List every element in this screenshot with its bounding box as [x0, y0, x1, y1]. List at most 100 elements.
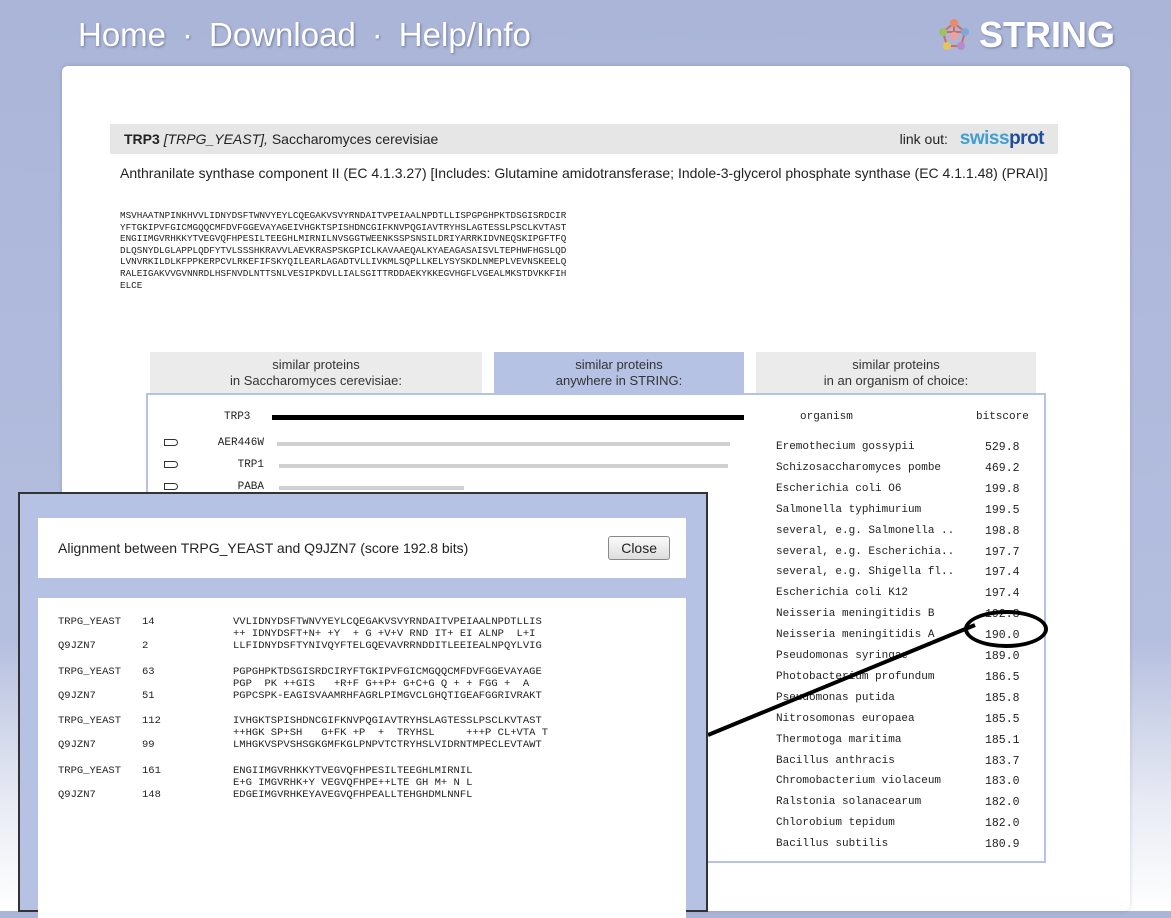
swissprot-link-part: swiss [959, 128, 1010, 149]
tab-similar-organism-choice[interactable]: similar proteins in an organism of choice… [756, 352, 1036, 394]
subject-name: Q9JZN7 [58, 788, 96, 801]
link-out: link out: swissprot [899, 128, 1045, 150]
organism-name[interactable]: Neisseria meningitidis B [776, 608, 934, 620]
organism-name[interactable]: Schizosaccharomyces pombe [776, 462, 941, 474]
query-position: 14 [142, 616, 155, 628]
organism-name[interactable]: several, e.g. Escherichia.. [776, 546, 954, 558]
bitscore-value[interactable]: 186.5 [985, 671, 1020, 684]
organism-name[interactable]: Pseudomonas putida [776, 692, 895, 704]
hit-protein-name[interactable]: TRP1 [208, 459, 264, 471]
subject-sequence: EDGEIMGVRHKEYAVEGVQFHPEALLTEHGHDMLNNFL [233, 788, 473, 801]
close-button[interactable]: Close [608, 536, 670, 560]
protein-sequence: MSVHAATNPINKHVVLIDNYDSFTWNVYEYLCQEGAKVSV… [120, 210, 567, 291]
organism-name[interactable]: Nitrosomonas europaea [776, 713, 915, 725]
query-name: TRPG_YEAST [58, 715, 122, 727]
bitscore-value[interactable]: 469.2 [985, 462, 1020, 475]
query-position: 112 [142, 715, 161, 727]
organism-name[interactable]: several, e.g. Salmonella .. [776, 525, 954, 537]
brand-name: STRING [978, 14, 1115, 55]
hit-alignment-bar [276, 442, 731, 446]
tab-label: similar proteins in an organism of choice… [824, 357, 969, 389]
tab-label: similar proteins in Saccharomyces cerevis… [230, 357, 402, 389]
organism-name[interactable]: Chromobacterium violaceum [776, 775, 941, 787]
bitscore-value[interactable]: 185.8 [985, 692, 1020, 705]
alignment-body: TRPG_YEAST 14 VVLIDNYDSFTWNVYEYLCQEGAKVSVY… [38, 598, 686, 918]
swissprot-link[interactable]: swissprot [959, 128, 1045, 149]
link-out-label: link out: [899, 131, 948, 147]
organism-name[interactable]: Bacillus anthracis [776, 755, 895, 767]
hit-protein-name[interactable]: AER446W [208, 437, 264, 449]
bitscore-value[interactable]: 199.5 [985, 504, 1020, 517]
organism-name[interactable]: Chlorobium tepidum [776, 817, 895, 829]
subject-sequence: LMHGKVSPVSHSGKGMFKGLPNPVTCTRYHSLVIDRNTMP… [233, 739, 542, 751]
subject-sequence: LLFIDNYDSFTYNIVQYFTELGQEVAVRRNDDITLEEIEA… [233, 640, 542, 652]
protein-organism: Saccharomyces cerevisiae [271, 131, 439, 147]
protein-description: Anthranilate synthase component II (EC 4… [120, 165, 1048, 181]
query-position: 63 [142, 665, 155, 678]
protein-heading: TRP3 [TRPG_YEAST], Saccharomyces cerevis… [124, 131, 438, 147]
organism-name[interactable]: Neisseria meningitidis A [776, 629, 934, 641]
protein-title-bar: TRP3 [TRPG_YEAST], Saccharomyces cerevis… [110, 124, 1058, 154]
bitscore-value[interactable]: 199.8 [985, 483, 1020, 496]
alignment-header: Alignment between TRPG_YEAST and Q9JZN7 … [38, 518, 686, 578]
bitscore-value[interactable]: 183.7 [985, 755, 1020, 768]
nav-separator: · [182, 16, 194, 53]
nav-download-link[interactable]: Download [209, 16, 356, 53]
tab-label-line: in Saccharomyces cerevisiae: [230, 373, 402, 388]
alignment-title: Alignment between TRPG_YEAST and Q9JZN7 … [58, 540, 469, 556]
tab-similar-in-organism[interactable]: similar proteins in Saccharomyces cerevis… [150, 352, 482, 394]
tab-label-line: similar proteins [272, 357, 360, 372]
subject-position: 51 [142, 689, 155, 702]
protein-id: [TRPG_YEAST], [163, 131, 268, 147]
string-logo[interactable]: STRING [937, 14, 1115, 56]
subject-name: Q9JZN7 [58, 739, 96, 751]
tab-label: similar proteins anywhere in STRING: [556, 357, 682, 389]
hit-arrow-icon[interactable] [164, 461, 178, 468]
organism-name[interactable]: Escherichia coli K12 [776, 587, 908, 599]
bitscore-value[interactable]: 189.0 [985, 650, 1020, 663]
column-header-bitscore: bitscore [976, 411, 1029, 423]
hit-arrow-icon[interactable] [164, 439, 178, 446]
hit-arrow-icon[interactable] [164, 483, 178, 490]
query-name: TRPG_YEAST [58, 764, 122, 777]
organism-name[interactable]: Bacillus subtilis [776, 838, 888, 850]
organism-name[interactable]: several, e.g. Shigella fl.. [776, 566, 954, 578]
query-bar [272, 415, 744, 420]
bitscore-value[interactable]: 198.8 [985, 525, 1020, 538]
bitscore-value[interactable]: 185.1 [985, 734, 1020, 747]
organism-name[interactable]: Ralstonia solanacearum [776, 796, 921, 808]
organism-name[interactable]: Thermotoga maritima [776, 734, 901, 746]
swissprot-link-part: prot [1009, 128, 1044, 149]
organism-name[interactable]: Photobacterium profundum [776, 671, 934, 683]
bitscore-value[interactable]: 180.9 [985, 838, 1020, 851]
hit-alignment-bar [279, 486, 465, 490]
protein-name: TRP3 [124, 131, 160, 147]
nav-separator: · [371, 16, 383, 53]
query-name: TRPG_YEAST [58, 616, 122, 628]
subject-sequence: PGPCSPK-EAGISVAAMRHFAGRLPIMGVCLGHQTIGEAF… [233, 689, 542, 702]
subject-position: 2 [142, 640, 149, 652]
bitscore-value[interactable]: 197.7 [985, 546, 1020, 559]
tab-label-line: similar proteins [575, 357, 663, 372]
organism-name[interactable]: Escherichia coli O6 [776, 483, 901, 495]
bitscore-value[interactable]: 529.8 [985, 441, 1020, 454]
bitscore-value[interactable]: 185.5 [985, 713, 1020, 726]
alignment-popup: Alignment between TRPG_YEAST and Q9JZN7 … [18, 492, 708, 918]
bitscore-value[interactable]: 182.0 [985, 796, 1020, 809]
organism-name[interactable]: Pseudomonas syringae [776, 650, 908, 662]
tab-similar-anywhere[interactable]: similar proteins anywhere in STRING: [494, 352, 744, 394]
column-header-organism: organism [800, 411, 853, 423]
subject-name: Q9JZN7 [58, 689, 96, 702]
query-name: TRPG_YEAST [58, 665, 122, 678]
bitscore-value[interactable]: 182.0 [985, 817, 1020, 830]
tab-label-line: anywhere in STRING: [555, 373, 683, 388]
bitscore-value[interactable]: 197.4 [985, 566, 1020, 579]
nav-home-link[interactable]: Home [78, 16, 166, 53]
organism-name[interactable]: Salmonella typhimurium [776, 504, 921, 516]
organism-name[interactable]: Eremothecium gossypii [776, 441, 915, 453]
bitscore-value[interactable]: 183.0 [985, 775, 1020, 788]
nav-help-link[interactable]: Help/Info [399, 16, 531, 53]
subject-position: 148 [142, 788, 161, 801]
network-icon [938, 19, 969, 50]
bitscore-value[interactable]: 197.4 [985, 587, 1020, 600]
